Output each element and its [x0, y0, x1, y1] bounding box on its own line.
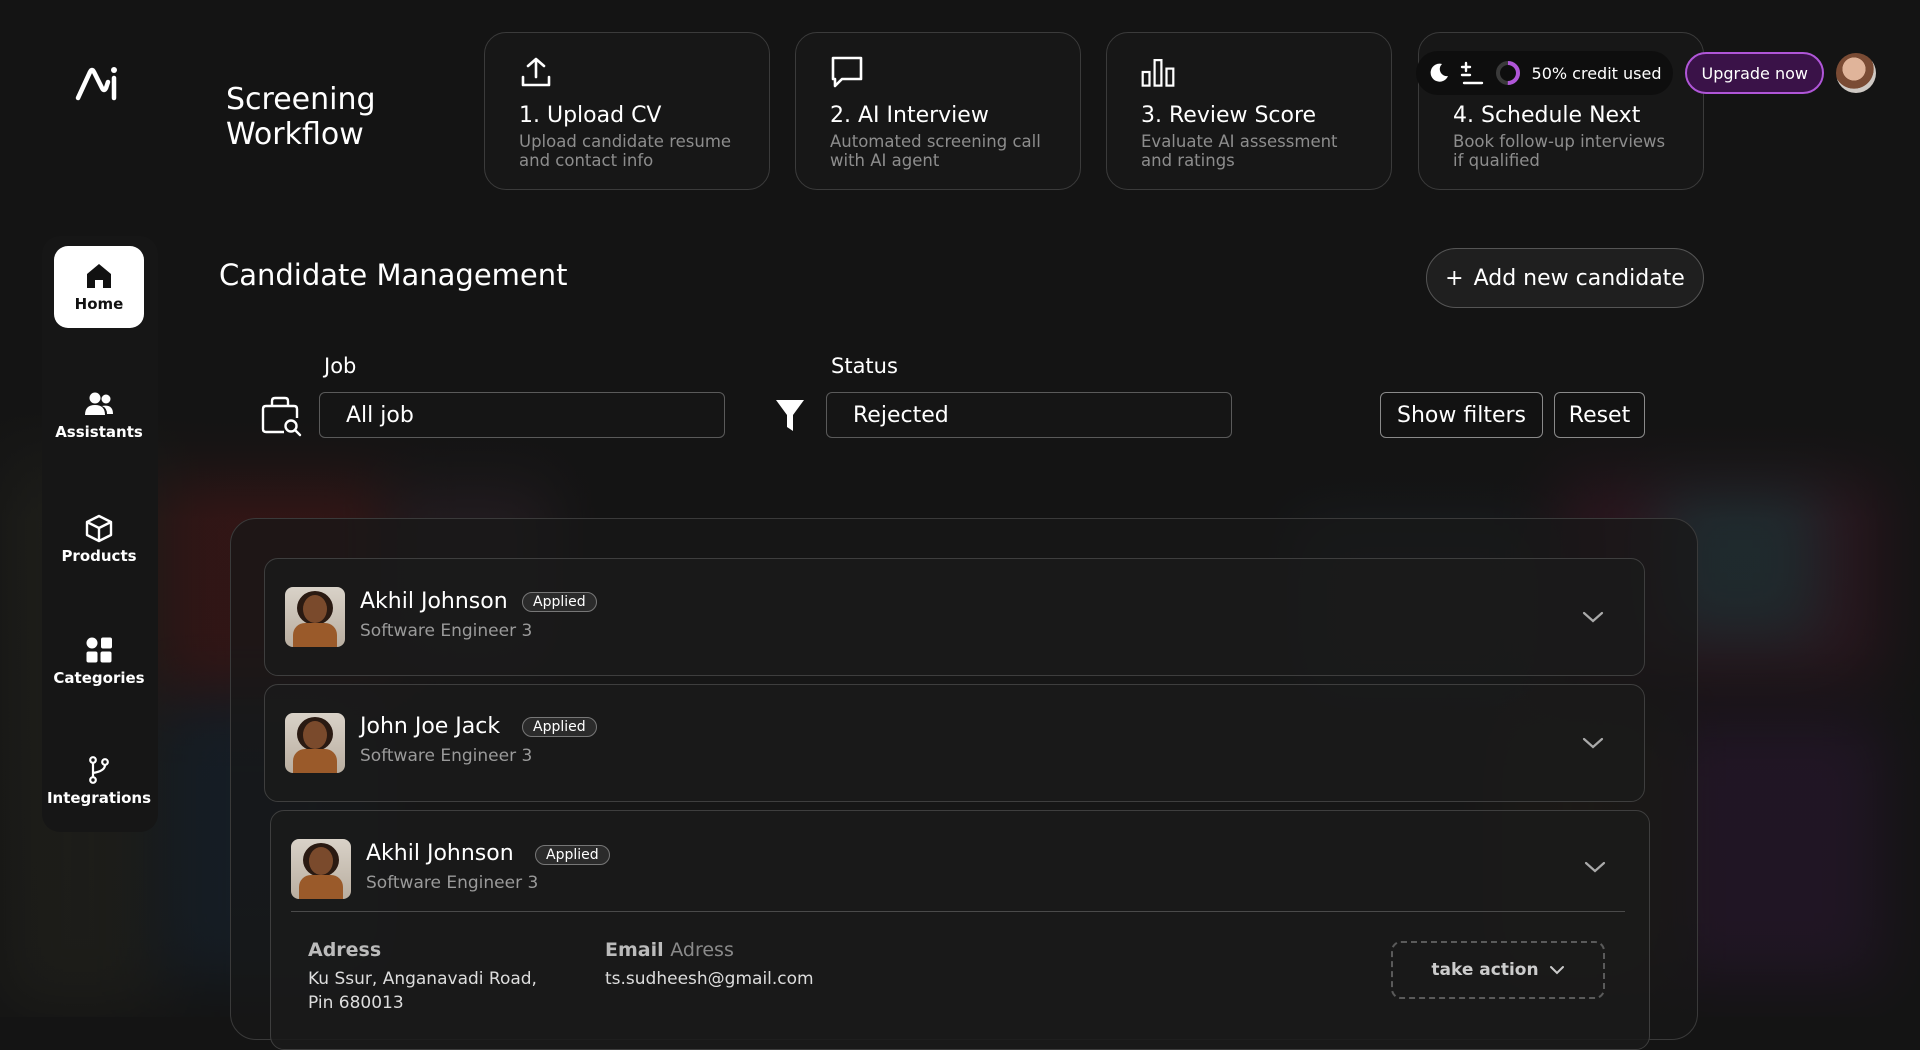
status-badge: Applied: [535, 845, 610, 865]
workflow-step-title: 1. Upload CV: [519, 103, 662, 128]
upgrade-button[interactable]: Upgrade now: [1685, 52, 1824, 94]
bar-chart-icon: [1141, 58, 1175, 87]
users-icon: [85, 392, 113, 415]
sidebar-item-label: Categories: [53, 669, 145, 687]
reset-button[interactable]: Reset: [1554, 392, 1645, 438]
sidebar-item-assistants[interactable]: Assistants: [54, 374, 144, 456]
workflow-step-upload: 1. Upload CV Upload candidate resume and …: [484, 32, 770, 190]
candidate-row[interactable]: John Joe Jack Applied Software Engineer …: [264, 684, 1645, 802]
sidebar: Home Assistants Products Categories Inte…: [42, 236, 158, 832]
candidate-row-expanded[interactable]: Akhil Johnson Applied Software Engineer …: [270, 810, 1650, 1050]
sidebar-item-integrations[interactable]: Integrations: [47, 740, 151, 822]
candidate-photo: [285, 587, 345, 647]
candidate-name: John Joe Jack: [360, 714, 501, 739]
sidebar-item-label: Products: [61, 547, 137, 565]
chevron-down-icon[interactable]: [1581, 605, 1605, 629]
workflow-step-interview: 2. AI Interview Automated screening call…: [795, 32, 1081, 190]
chat-icon: [831, 56, 863, 88]
email-label: Email Adress: [605, 939, 734, 961]
sidebar-item-label: Integrations: [46, 789, 152, 807]
sidebar-item-products[interactable]: Products: [54, 498, 144, 580]
branch-icon: [89, 756, 109, 784]
add-candidate-label: Add new candidate: [1473, 265, 1685, 291]
job-filter-label: Job: [324, 354, 357, 378]
grid-icon: [86, 637, 112, 663]
workflow-title: Screening Workflow: [226, 82, 426, 152]
home-icon: [87, 264, 111, 288]
chevron-down-icon[interactable]: [1583, 855, 1607, 879]
workflow-step-title: 4. Schedule Next: [1453, 103, 1641, 128]
sidebar-item-label: Home: [74, 295, 124, 313]
show-filters-button[interactable]: Show filters: [1380, 392, 1543, 438]
email-value: ts.sudheesh@gmail.com: [605, 969, 814, 989]
job-select[interactable]: All job: [319, 392, 725, 438]
workflow-step-desc: Upload candidate resume and contact info: [519, 132, 732, 170]
candidate-photo: [291, 839, 351, 899]
moon-icon[interactable]: [1428, 62, 1450, 84]
workflow-title-line: Workflow: [226, 117, 364, 152]
chevron-down-icon[interactable]: [1581, 731, 1605, 755]
page-title: Candidate Management: [219, 258, 568, 292]
app-logo: [75, 67, 117, 101]
candidate-name: Akhil Johnson: [366, 841, 514, 866]
add-candidate-button[interactable]: + Add new candidate: [1426, 248, 1704, 308]
take-action-label: take action: [1431, 960, 1539, 980]
workflow-step-review: 3. Review Score Evaluate AI assessment an…: [1106, 32, 1392, 190]
candidate-row[interactable]: Akhil Johnson Applied Software Engineer …: [264, 558, 1645, 676]
status-select[interactable]: Rejected: [826, 392, 1232, 438]
upload-icon: [521, 57, 551, 87]
sidebar-item-categories[interactable]: Categories: [53, 620, 145, 702]
credit-usage-text: 50% credit used: [1531, 63, 1662, 83]
brightness-icon[interactable]: [1460, 60, 1484, 86]
workflow-title-line: Screening: [226, 82, 376, 117]
workflow-step-title: 2. AI Interview: [830, 103, 989, 128]
job-search-icon: [261, 396, 302, 437]
status-filter-label: Status: [831, 354, 898, 378]
sidebar-item-label: Assistants: [55, 423, 143, 441]
sidebar-item-home[interactable]: Home: [54, 246, 144, 328]
candidate-photo: [285, 713, 345, 773]
address-label: Adress: [308, 939, 382, 961]
workflow-step-desc: Automated screening call with AI agent: [830, 132, 1041, 170]
workflow-step-desc: Evaluate AI assessment and ratings: [1141, 132, 1338, 170]
address-value: Ku Ssur, Anganavadi Road, Pin 680013: [308, 969, 537, 1013]
divider: [291, 911, 1625, 912]
status-badge: Applied: [522, 717, 597, 737]
candidate-role: Software Engineer 3: [360, 621, 533, 641]
box-icon: [85, 514, 113, 543]
plus-icon: +: [1445, 265, 1464, 291]
user-avatar[interactable]: [1836, 53, 1876, 93]
candidate-role: Software Engineer 3: [360, 746, 533, 766]
candidate-name: Akhil Johnson: [360, 589, 508, 614]
theme-credit-pill: 50% credit used: [1415, 51, 1674, 95]
candidate-role: Software Engineer 3: [366, 873, 539, 893]
take-action-dropdown[interactable]: take action: [1391, 941, 1605, 999]
chevron-down-icon: [1549, 966, 1564, 975]
workflow-step-title: 3. Review Score: [1141, 103, 1317, 128]
status-badge: Applied: [522, 592, 597, 612]
filter-icon: [776, 400, 804, 431]
workflow-step-desc: Book follow-up interviews if qualified: [1453, 132, 1666, 170]
top-bar: 50% credit used Upgrade now: [1415, 51, 1876, 95]
credit-progress-ring: [1495, 61, 1520, 85]
